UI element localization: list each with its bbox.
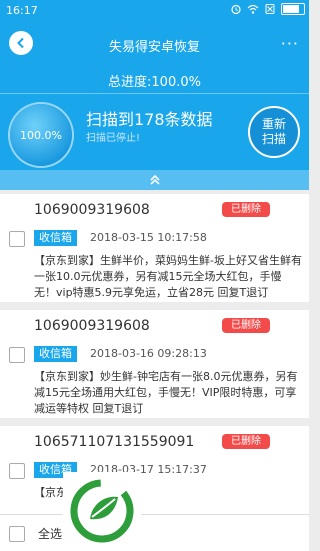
rescan-button[interactable]: 重新扫描 (248, 106, 300, 158)
wifi-icon (247, 4, 259, 14)
more-menu-button[interactable]: ··· (281, 34, 299, 53)
message-date: 2018-03-16 09:28:13 (90, 347, 207, 360)
page-title: 失易得安卓恢复 (108, 40, 200, 55)
item-checkbox[interactable] (9, 463, 25, 479)
message-content: 【京东到家】妙生鲜-钟宅店有一张8.0元优惠券，另有减15元全场通用大红包，手慢… (34, 370, 298, 415)
item-checkbox[interactable] (9, 231, 25, 247)
progress-circle: 100.0% (10, 104, 72, 166)
bottom-action-bar: 全选 (0, 514, 309, 551)
app-logo (63, 472, 141, 550)
sender-number: 106571107131559091 (34, 434, 195, 450)
select-all-checkbox[interactable] (9, 526, 25, 542)
total-progress: 总进度:100.0% (108, 75, 201, 90)
status-time: 16:17 (6, 4, 38, 17)
deleted-badge: 已删除 (222, 434, 270, 449)
no-sim-icon (265, 4, 275, 14)
folder-tag: 收信箱 (34, 230, 77, 246)
nav-bar: 失易得安卓恢复 ··· (0, 22, 309, 66)
deleted-badge: 已删除 (222, 318, 270, 333)
message-content: 【京东到家】生鲜半价，菜妈妈生鲜-坂上好又省生鲜有一张10.0元优惠券，另有减1… (34, 254, 302, 299)
list-item[interactable]: 1069009319608 已删除 收信箱 2018-03-15 10:17:5… (0, 194, 309, 302)
deleted-badge: 已删除 (222, 202, 270, 217)
list-item[interactable]: 1069009319608 已删除 收信箱 2018-03-16 09:28:1… (0, 310, 309, 418)
double-chevron-up-icon (149, 174, 160, 185)
alarm-icon (231, 4, 241, 15)
progress-percent: 100.0% (20, 128, 62, 142)
sender-number: 1069009319608 (34, 202, 150, 218)
rescan-label: 重新扫描 (261, 117, 286, 146)
sender-number: 1069009319608 (34, 318, 150, 334)
item-checkbox[interactable] (9, 347, 25, 363)
message-date: 2018-03-15 10:17:58 (90, 231, 207, 244)
list-item[interactable]: 106571107131559091 已删除 收信箱 2018-03-17 15… (0, 426, 309, 526)
found-count: 扫描到178条数据 (86, 110, 213, 129)
select-all-label[interactable]: 全选 (38, 525, 62, 542)
status-bar: 16:17 (0, 0, 309, 22)
divider (0, 93, 309, 94)
leaf-logo-icon (70, 479, 134, 543)
scan-progress-panel: 总进度:100.0% 100.0% 扫描到178条数据 扫描已停止! 重新扫描 (0, 66, 309, 170)
scan-status: 扫描已停止! (86, 133, 141, 144)
battery-icon (281, 3, 305, 15)
folder-tag: 收信箱 (34, 346, 77, 362)
collapse-toggle[interactable] (0, 170, 309, 190)
